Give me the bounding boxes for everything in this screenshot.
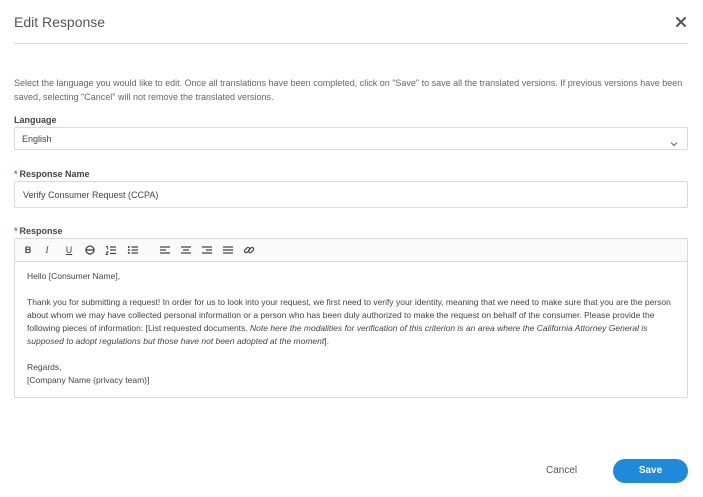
response-label: * Response <box>14 226 63 236</box>
ordered-list-icon[interactable] <box>105 244 117 256</box>
language-select-value: English <box>22 134 52 144</box>
modal-header: Edit Response <box>14 0 688 44</box>
align-left-icon[interactable] <box>159 244 171 256</box>
cancel-button[interactable]: Cancel <box>546 465 577 476</box>
body-paragraph-end: ]. <box>324 336 329 346</box>
response-name-label-text: Response Name <box>19 169 90 179</box>
instructions-text: Select the language you would like to ed… <box>14 78 683 102</box>
closing-text: Regards, <box>27 362 62 372</box>
close-icon[interactable] <box>676 14 690 28</box>
signature-text: [Company Name (privacy team)] <box>27 375 150 385</box>
align-right-icon[interactable] <box>201 244 213 256</box>
bullet-list-icon[interactable] <box>127 244 139 256</box>
underline-icon[interactable]: U <box>63 244 75 256</box>
response-editor[interactable]: B I U Hello [Consumer Name], Thank you f… <box>14 238 688 398</box>
italic-icon[interactable]: I <box>41 244 53 256</box>
response-name-input[interactable] <box>15 182 687 207</box>
response-name-label: * Response Name <box>14 169 90 179</box>
response-name-field[interactable] <box>14 181 688 208</box>
greeting-text: Hello [Consumer Name], <box>27 271 121 281</box>
required-marker: * <box>14 226 18 236</box>
align-center-icon[interactable] <box>180 244 192 256</box>
chevron-down-icon <box>670 135 678 147</box>
editor-content[interactable]: Hello [Consumer Name], Thank you for sub… <box>27 270 677 387</box>
body-paragraph: Thank you for submitting a request! In o… <box>27 296 677 348</box>
response-label-text: Response <box>19 226 63 236</box>
strikethrough-icon[interactable] <box>84 244 96 256</box>
save-button[interactable]: Save <box>613 459 688 483</box>
bold-icon[interactable]: B <box>22 244 34 256</box>
align-justify-icon[interactable] <box>222 244 234 256</box>
edit-response-modal: Edit Response Select the language you wo… <box>0 0 703 497</box>
language-label: Language <box>14 115 57 125</box>
link-icon[interactable] <box>243 244 255 256</box>
modal-title: Edit Response <box>14 14 106 30</box>
closing-block: Regards, [Company Name (privacy team)] <box>27 361 677 387</box>
editor-toolbar: B I U <box>15 239 687 262</box>
required-marker: * <box>14 169 18 179</box>
language-select[interactable]: English <box>14 127 688 150</box>
